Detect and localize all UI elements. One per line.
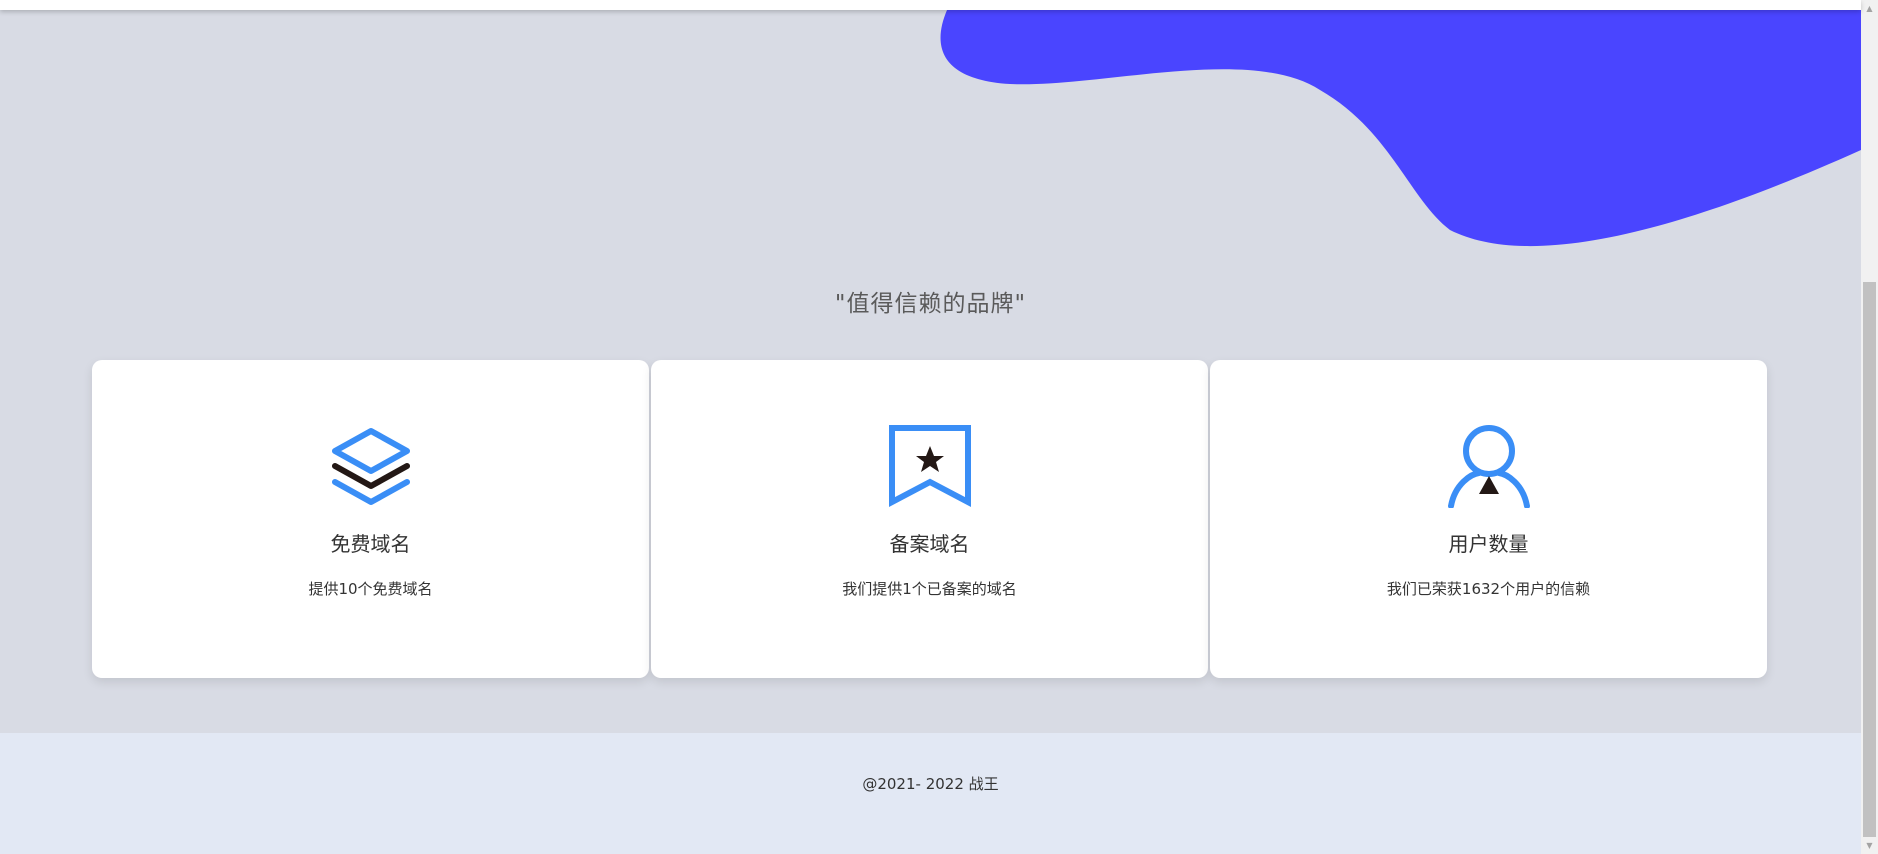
- page: "值得信赖的品牌" 免费域名 提供10个免费域名 备案域名 我们提供1个已备案的…: [0, 0, 1878, 854]
- card-free-domain: 免费域名 提供10个免费域名: [92, 360, 649, 678]
- feature-cards: 免费域名 提供10个免费域名 备案域名 我们提供1个已备案的域名 用户数量 我们…: [92, 360, 1768, 678]
- scroll-up-icon[interactable]: ▲: [1861, 0, 1878, 17]
- card-title: 备案域名: [889, 532, 970, 556]
- layers-icon: [331, 428, 410, 505]
- footer-copyright: @2021- 2022 战王: [862, 775, 999, 793]
- scrollbar-thumb[interactable]: [1863, 282, 1876, 837]
- decorative-blob: [940, 10, 1861, 247]
- user-icon: [1447, 425, 1530, 508]
- card-description: 提供10个免费域名: [308, 580, 433, 598]
- footer: @2021- 2022 战王: [0, 733, 1861, 854]
- top-header-bar: [0, 0, 1861, 10]
- bookmark-star-icon: [888, 425, 971, 507]
- card-title: 免费域名: [330, 532, 411, 556]
- section-title: "值得信赖的品牌": [834, 291, 1027, 317]
- card-description: 我们已荣获1632个用户的信赖: [1386, 580, 1591, 598]
- card-registered-domain: 备案域名 我们提供1个已备案的域名: [651, 360, 1208, 678]
- scroll-down-icon[interactable]: ▼: [1861, 837, 1878, 854]
- card-user-count: 用户数量 我们已荣获1632个用户的信赖: [1210, 360, 1767, 678]
- card-title: 用户数量: [1448, 532, 1529, 556]
- card-description: 我们提供1个已备案的域名: [842, 580, 1017, 598]
- page-scrollbar[interactable]: ▲ ▼: [1861, 0, 1878, 854]
